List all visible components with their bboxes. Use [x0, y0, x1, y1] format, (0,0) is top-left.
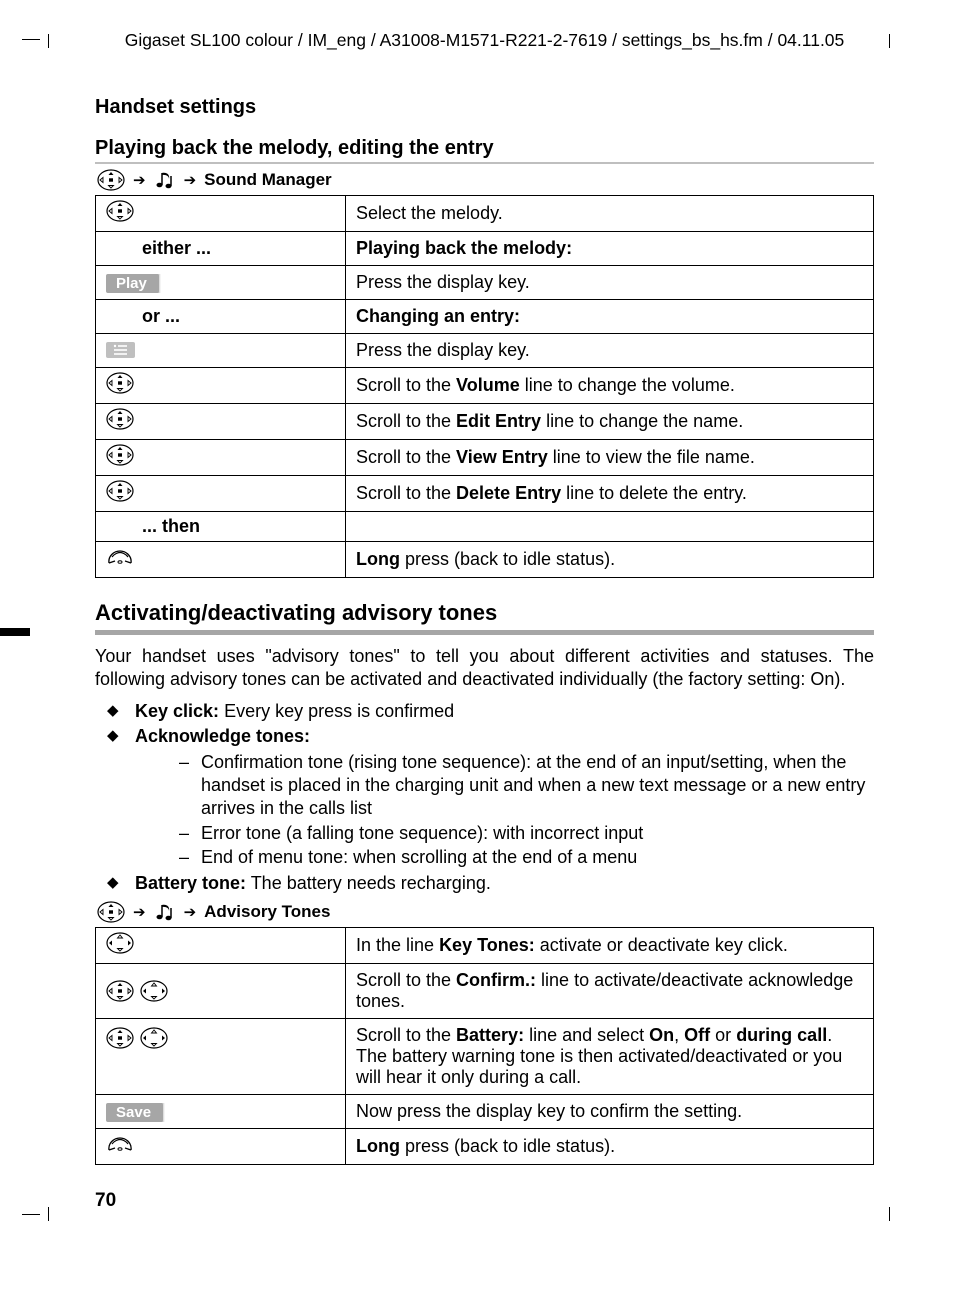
dpad-icon: [106, 480, 134, 502]
arrow-icon: ➔: [133, 171, 146, 189]
cell-label: ... then: [96, 512, 346, 542]
table-row: In the line Key Tones: activate or deact…: [96, 927, 874, 963]
procedure-table-1: Select the melody. either ... Playing ba…: [95, 195, 874, 578]
arrow-icon: ➔: [133, 903, 146, 921]
table-row: Long press (back to idle status).: [96, 1128, 874, 1164]
table-row: Scroll to the Edit Entry line to change …: [96, 404, 874, 440]
cell-text: Scroll to the Battery: line and select O…: [346, 1018, 874, 1094]
cell-text: Scroll to the Volume line to change the …: [346, 368, 874, 404]
dpad-icon: [106, 980, 134, 1002]
sub-list: –Confirmation tone (rising tone sequence…: [135, 751, 874, 870]
dpad-icon: [106, 444, 134, 466]
table-row: Scroll to the Delete Entry line to delet…: [96, 476, 874, 512]
cell-text: Select the melody.: [346, 196, 874, 232]
arrow-icon: ➔: [184, 903, 197, 921]
table-row: or ... Changing an entry:: [96, 300, 874, 334]
dpad-lr-icon: [140, 980, 168, 1002]
table-row: Scroll to the Volume line to change the …: [96, 368, 874, 404]
cell-text: Scroll to the Confirm.: line to activate…: [346, 963, 874, 1018]
section-title: Handset settings: [95, 96, 874, 119]
dpad-lr-icon: [140, 1027, 168, 1049]
procedure-table-2: In the line Key Tones: activate or deact…: [95, 927, 874, 1165]
menu-path-end: Sound Manager: [204, 170, 332, 190]
dpad-icon: [97, 901, 125, 923]
table-row: Scroll to the View Entry line to view th…: [96, 440, 874, 476]
hangup-icon: [106, 546, 134, 568]
page-number: 70: [95, 1190, 116, 1212]
dpad-icon: [106, 1027, 134, 1049]
rule: [95, 162, 874, 164]
list-item: –End of menu tone: when scrolling at the…: [135, 846, 874, 869]
list-item: –Confirmation tone (rising tone sequence…: [135, 751, 874, 821]
table-row: either ... Playing back the melody:: [96, 232, 874, 266]
cell-text: Press the display key.: [346, 334, 874, 368]
music-icon: [154, 902, 176, 922]
menu-path: ➔ ➔ Sound Manager: [97, 169, 874, 191]
cell-text: Changing an entry:: [346, 300, 874, 334]
dpad-lr-icon: [106, 932, 134, 954]
running-header: Gigaset SL100 colour / IM_eng / A31008-M…: [95, 30, 874, 51]
cell-text: Scroll to the Edit Entry line to change …: [346, 404, 874, 440]
margin-tab: [0, 628, 30, 636]
list-item: Key click: Every key press is confirmed: [95, 700, 874, 723]
table-row: Scroll to the Confirm.: line to activate…: [96, 963, 874, 1018]
dpad-icon: [97, 169, 125, 191]
list-item: Battery tone: The battery needs rechargi…: [95, 872, 874, 895]
hangup-icon: [106, 1133, 134, 1155]
table-row: Play Press the display key.: [96, 266, 874, 300]
cell-text: In the line Key Tones: activate or deact…: [346, 927, 874, 963]
subsection-title: Playing back the melody, editing the ent…: [95, 137, 874, 160]
bullet-list: Key click: Every key press is confirmed …: [95, 700, 874, 895]
dpad-icon: [106, 408, 134, 430]
cell-text: [346, 512, 874, 542]
paragraph: Your handset uses "advisory tones" to te…: [95, 645, 874, 692]
arrow-icon: ➔: [184, 171, 197, 189]
menu-path: ➔ ➔ Advisory Tones: [97, 901, 874, 923]
cell-label: either ...: [96, 232, 346, 266]
softkey-save: Save: [106, 1103, 163, 1122]
list-item: Acknowledge tones: –Confirmation tone (r…: [95, 725, 874, 869]
cell-text: Scroll to the View Entry line to view th…: [346, 440, 874, 476]
cell-text: Long press (back to idle status).: [346, 1128, 874, 1164]
menu-key-icon: [106, 342, 135, 358]
thick-rule: [95, 630, 874, 635]
softkey-play: Play: [106, 274, 159, 293]
table-row: Save Now press the display key to confir…: [96, 1094, 874, 1128]
menu-path-end: Advisory Tones: [204, 902, 330, 922]
dpad-icon: [106, 372, 134, 394]
cell-text: Now press the display key to confirm the…: [346, 1094, 874, 1128]
list-item: –Error tone (a falling tone sequence): w…: [135, 822, 874, 845]
music-icon: [154, 170, 176, 190]
dpad-icon: [106, 200, 134, 222]
table-row: Long press (back to idle status).: [96, 542, 874, 578]
cell-text: Playing back the melody:: [346, 232, 874, 266]
table-row: ... then: [96, 512, 874, 542]
table-row: Select the melody.: [96, 196, 874, 232]
cell-text: Long press (back to idle status).: [346, 542, 874, 578]
cell-text: Press the display key.: [346, 266, 874, 300]
cell-label: or ...: [96, 300, 346, 334]
table-row: Press the display key.: [96, 334, 874, 368]
table-row: Scroll to the Battery: line and select O…: [96, 1018, 874, 1094]
cell-text: Scroll to the Delete Entry line to delet…: [346, 476, 874, 512]
heading-advisory: Activating/deactivating advisory tones: [95, 600, 874, 626]
